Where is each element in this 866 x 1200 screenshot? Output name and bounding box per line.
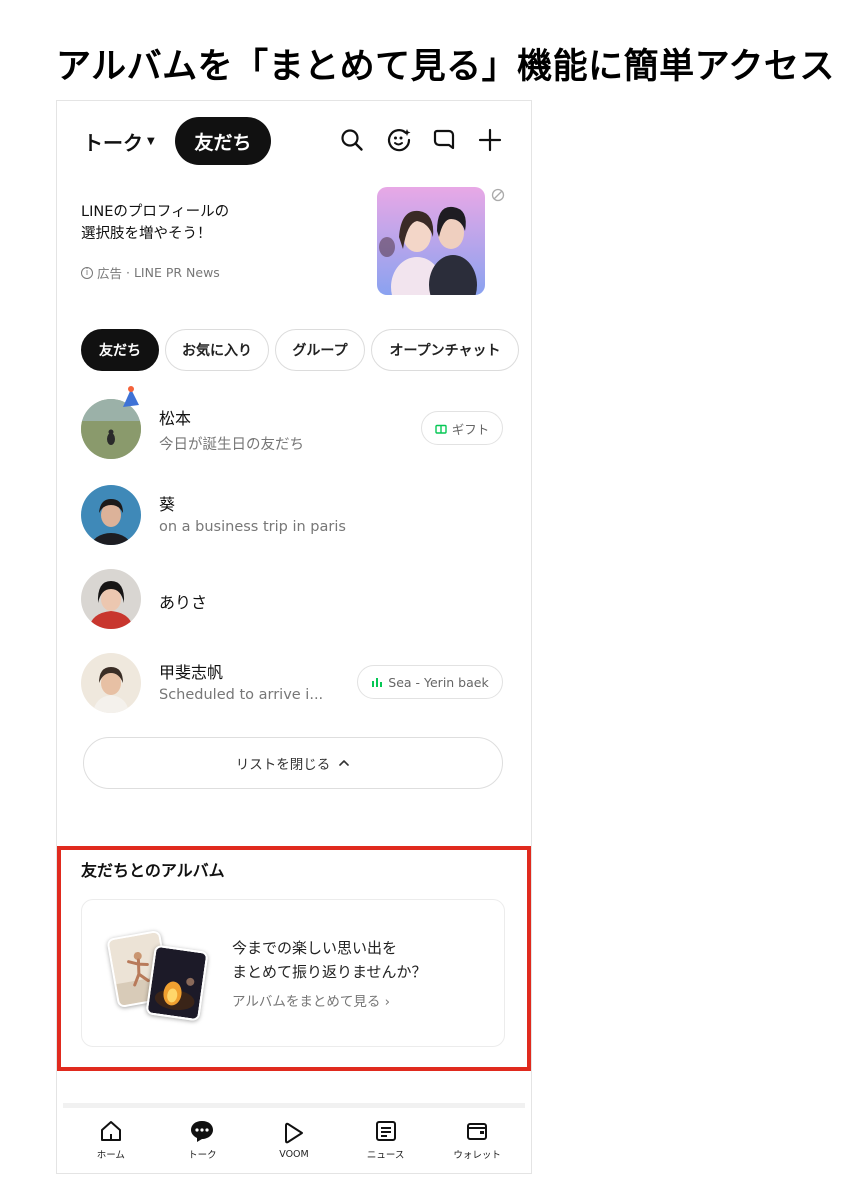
chevron-right-icon: › — [384, 994, 391, 1010]
nav-voom-label: VOOM — [279, 1148, 309, 1160]
nav-home[interactable]: ホーム — [76, 1119, 146, 1161]
tab-groups[interactable]: グループ — [275, 329, 365, 371]
friend-name: ありさ — [159, 593, 208, 612]
tab-friends[interactable]: 友だち — [81, 329, 159, 371]
wallet-icon — [467, 1123, 488, 1140]
ad-hide-icon[interactable] — [491, 187, 505, 206]
nav-voom[interactable]: VOOM — [259, 1121, 329, 1160]
talk-dropdown[interactable]: トーク ▼ — [83, 127, 155, 156]
friend-name: 葵 — [159, 495, 176, 514]
face-sparkle-icon[interactable] — [384, 125, 414, 155]
friend-status: on a business trip in paris — [159, 519, 346, 535]
album-line-2: まとめて振り返りませんか？ — [232, 963, 427, 981]
news-icon — [375, 1121, 396, 1141]
ad-source: · LINE PR News — [126, 265, 220, 280]
ad-line-2: 選択肢を増やそう！ — [81, 226, 212, 242]
talk-title: トーク — [83, 131, 143, 155]
nav-home-label: ホーム — [96, 1150, 125, 1161]
friend-status: Scheduled to arrive i... — [159, 687, 324, 703]
talk-icon — [191, 1121, 214, 1142]
caret-down-icon: ▼ — [147, 136, 155, 147]
album-card[interactable]: 今までの楽しい思い出を まとめて振り返りませんか？ アルバムをまとめて見る › — [81, 899, 505, 1047]
chat-bubble-icon[interactable] — [429, 125, 459, 155]
friend-row[interactable]: 松本 今日が誕生日の友だち ギフト — [81, 386, 511, 463]
friend-row[interactable]: 葵 on a business trip in paris — [81, 485, 511, 549]
nav-wallet[interactable]: ウォレット — [442, 1119, 512, 1161]
album-photo — [145, 944, 209, 1022]
info-icon: i — [81, 266, 93, 279]
avatar — [81, 485, 141, 545]
avatar — [81, 569, 141, 629]
music-chip[interactable]: Sea - Yerin baek — [357, 665, 503, 699]
nav-news-label: ニュース — [366, 1150, 405, 1161]
nav-talk-label: トーク — [188, 1150, 217, 1161]
music-bars-icon — [372, 678, 383, 687]
voom-icon — [284, 1122, 303, 1143]
view-albums-link[interactable]: アルバムをまとめて見る › — [232, 990, 390, 1010]
ad-image[interactable] — [377, 187, 485, 295]
friends-pill[interactable]: 友だち — [175, 117, 271, 165]
gift-icon — [435, 424, 447, 434]
ad-meta: i 広告 · LINE PR News — [81, 263, 220, 282]
music-label: Sea - Yerin baek — [388, 674, 489, 690]
collapse-list-button[interactable]: リストを閉じる — [83, 737, 503, 789]
nav-talk[interactable]: トーク — [167, 1119, 237, 1161]
ad-label: 広告 — [97, 266, 123, 281]
album-line-1: 今までの楽しい思い出を — [232, 939, 398, 957]
friend-name: 松本 — [159, 409, 192, 428]
gift-button[interactable]: ギフト — [421, 411, 503, 445]
avatar — [81, 653, 141, 713]
home-icon — [100, 1121, 121, 1141]
album-message: 今までの楽しい思い出を まとめて振り返りませんか？ — [232, 936, 427, 984]
tab-favorites[interactable]: お気に入り — [165, 329, 269, 371]
album-heading: 友だちとのアルバム — [81, 861, 225, 880]
bottom-nav: ホーム トーク VOOM ニュース ウォレット — [57, 1107, 531, 1173]
phone-screen: トーク ▼ 友だち LINEのプロフィールの 選択肢を増やそう！ i 広告 · … — [56, 100, 532, 1174]
page-headline: アルバムを「まとめて見る」機能に簡単アクセス — [56, 47, 835, 87]
friend-status: 今日が誕生日の友だち — [159, 437, 304, 453]
ad-text[interactable]: LINEのプロフィールの 選択肢を増やそう！ — [81, 201, 321, 245]
collapse-label: リストを閉じる — [235, 757, 331, 773]
search-icon[interactable] — [337, 125, 367, 155]
tab-open-chat[interactable]: オープンチャット — [371, 329, 519, 371]
nav-news[interactable]: ニュース — [351, 1119, 421, 1161]
friend-name: 甲斐志帆 — [159, 663, 224, 682]
view-albums-label: アルバムをまとめて見る — [232, 994, 381, 1010]
nav-wallet-label: ウォレット — [453, 1150, 501, 1161]
birthday-hat-icon — [123, 386, 139, 407]
friend-row[interactable]: ありさ — [81, 569, 511, 633]
ad-line-1: LINEのプロフィールの — [81, 204, 230, 220]
friend-row[interactable]: 甲斐志帆 Scheduled to arrive i... Sea - Yeri… — [81, 653, 511, 717]
gift-label: ギフト — [451, 421, 490, 437]
chevron-up-icon — [339, 760, 350, 766]
plus-icon[interactable] — [475, 125, 505, 155]
